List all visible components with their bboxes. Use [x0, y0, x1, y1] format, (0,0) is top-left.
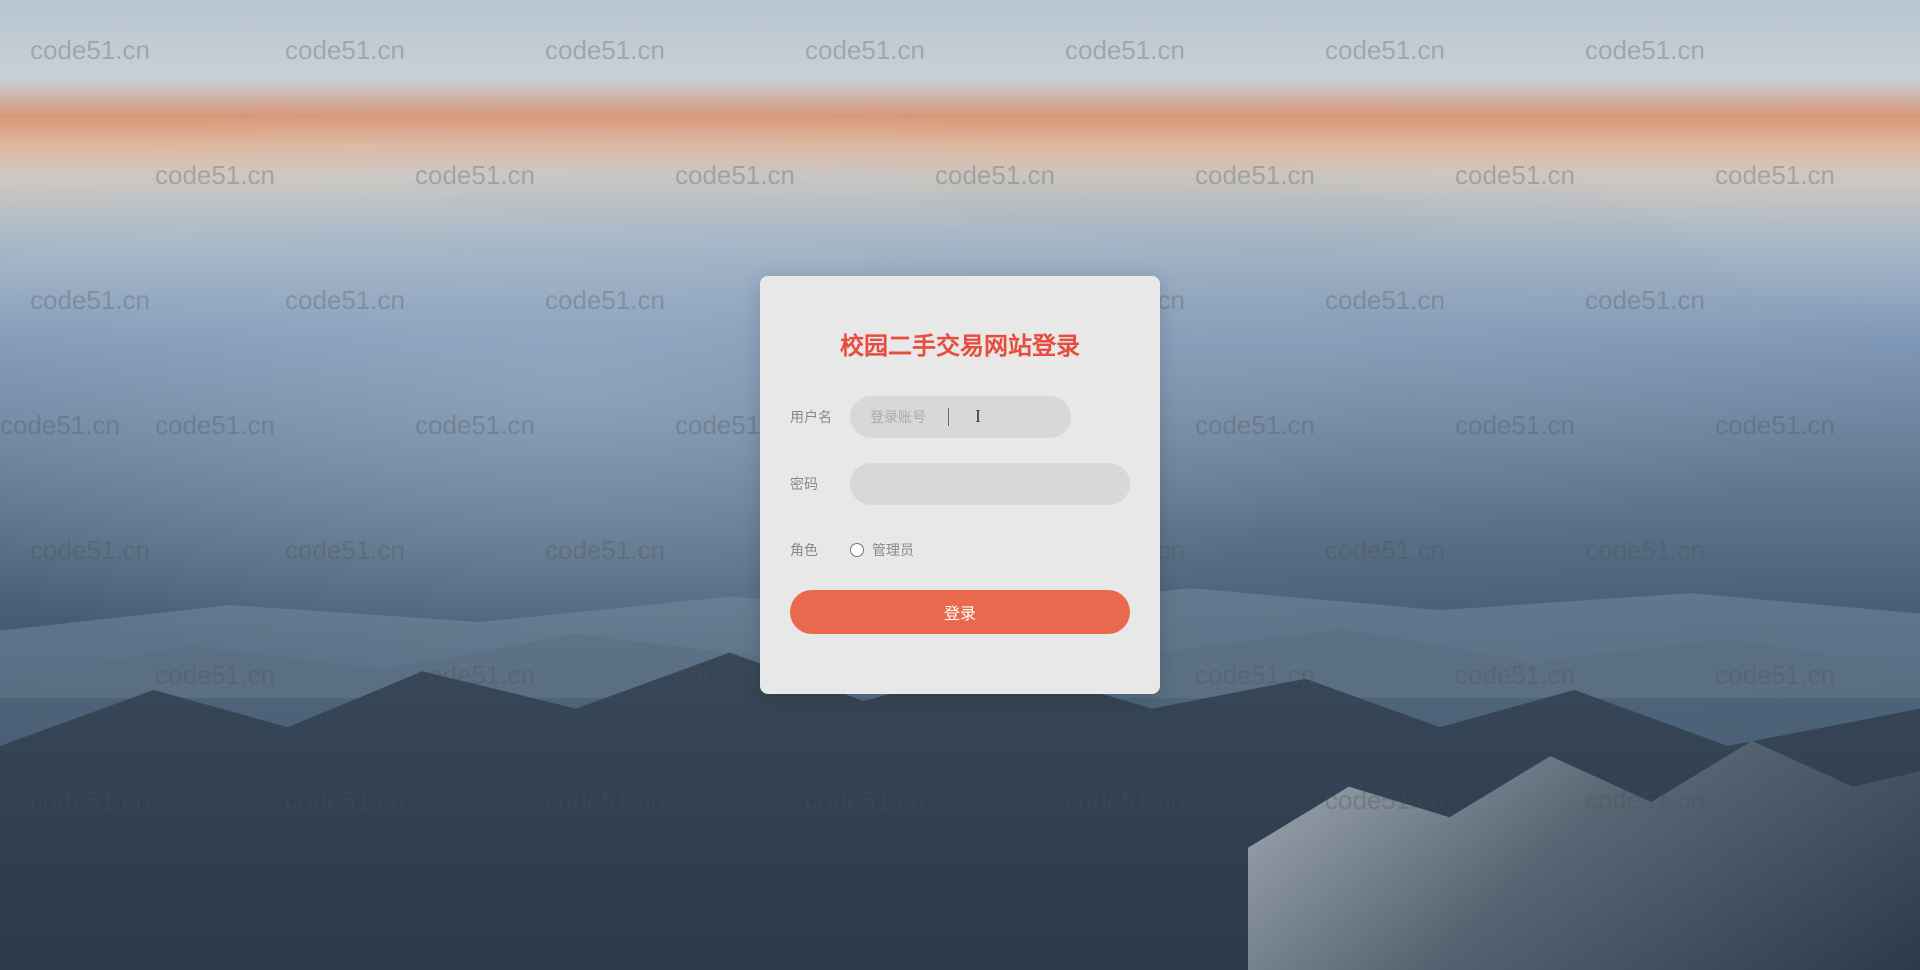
password-row: 密码	[790, 463, 1130, 505]
username-row: 用户名 I	[790, 396, 1130, 438]
ibeam-cursor-icon: I	[975, 406, 981, 427]
username-label: 用户名	[790, 407, 850, 427]
role-row: 角色 管理员	[790, 540, 1130, 560]
login-title: 校园二手交易网站登录	[790, 326, 1130, 361]
password-input[interactable]	[850, 463, 1130, 505]
text-cursor-icon	[948, 408, 949, 426]
username-input[interactable]	[850, 396, 1071, 438]
login-button[interactable]: 登录	[790, 590, 1130, 634]
role-label: 角色	[790, 540, 850, 560]
login-card: 校园二手交易网站登录 用户名 I 密码 角色 管理员 登录	[760, 276, 1160, 694]
admin-radio[interactable]	[850, 543, 864, 557]
admin-radio-label: 管理员	[872, 540, 914, 560]
password-label: 密码	[790, 474, 850, 494]
